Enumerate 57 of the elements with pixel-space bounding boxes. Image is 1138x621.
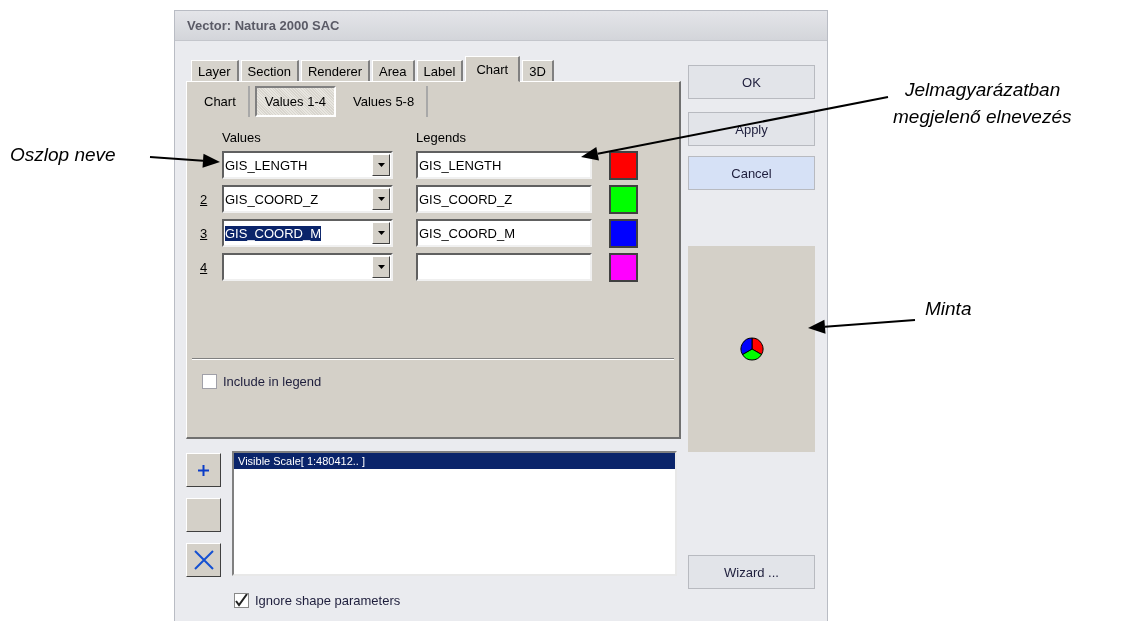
plus-icon [198, 464, 209, 476]
text-field[interactable]: GIS_COORD_M [416, 219, 592, 247]
checkbox-label: Include in legend [223, 374, 322, 389]
annotation-label: Oszlop neve [10, 143, 117, 167]
caret-icon [377, 231, 385, 235]
dropdown-field[interactable] [222, 253, 393, 281]
blank-button[interactable] [186, 498, 221, 532]
color-swatch[interactable] [609, 150, 638, 180]
dialog-button[interactable]: Cancel [688, 156, 815, 190]
text-field[interactable]: GIS_LENGTH [416, 151, 592, 179]
add-button[interactable] [186, 453, 221, 487]
caret-icon [377, 163, 385, 167]
dropdown-field[interactable]: GIS_LENGTH [222, 151, 393, 179]
caret-icon [377, 197, 385, 201]
color-swatch[interactable] [609, 184, 638, 214]
annotation-label: Minta [925, 297, 973, 321]
dropdown-button[interactable] [372, 188, 390, 210]
text-field[interactable] [416, 253, 592, 281]
color-swatch[interactable] [609, 218, 638, 248]
dialog-button[interactable]: Apply [688, 112, 815, 146]
tab[interactable]: Label [416, 60, 464, 81]
column-label: Values [222, 130, 262, 146]
annotation-label: Jelmagyarázatban megjelenő elnevezés [893, 78, 1073, 129]
color-swatch[interactable] [609, 252, 638, 282]
tab[interactable]: Values 1-4 [254, 86, 336, 117]
tab[interactable]: Layer [191, 60, 239, 81]
row-number: 4 [200, 259, 209, 275]
list-box[interactable]: Visible Scale[ 1:480412.. ] [232, 451, 677, 576]
arrow [149, 153, 220, 168]
tab[interactable]: Renderer [300, 60, 371, 81]
tab[interactable]: Chart [192, 86, 250, 117]
tab[interactable]: Section [240, 60, 299, 81]
tab[interactable]: Values 5-8 [341, 86, 429, 117]
window-title: Vector: Natura 2000 SAC [187, 18, 340, 33]
wizard-button[interactable]: Wizard ... [688, 555, 815, 589]
dropdown-button[interactable] [372, 256, 390, 278]
dialog-button[interactable]: OK [688, 65, 815, 99]
text-field[interactable]: GIS_COORD_Z [416, 185, 592, 213]
checkbox[interactable] [202, 374, 217, 389]
list-item[interactable]: Visible Scale[ 1:480412.. ] [234, 453, 675, 469]
column-label: Legends [416, 130, 466, 146]
tab[interactable]: Area [372, 60, 415, 81]
pie-chart-icon [738, 336, 765, 362]
row-number: 2 [200, 191, 209, 207]
dropdown-button[interactable] [372, 222, 390, 244]
row-number: 3 [200, 225, 209, 241]
delete-button[interactable] [186, 543, 221, 577]
dropdown-field[interactable]: GIS_COORD_M [222, 219, 393, 247]
tab[interactable]: Chart [465, 56, 521, 82]
checkbox[interactable] [234, 593, 249, 608]
cross-icon [193, 550, 214, 570]
caret-icon [377, 265, 385, 269]
dropdown-button[interactable] [372, 154, 390, 176]
check-icon [235, 594, 248, 607]
checkbox-label: Ignore shape parameters [255, 593, 401, 608]
dropdown-field[interactable]: GIS_COORD_Z [222, 185, 393, 213]
tab[interactable]: 3D [522, 60, 554, 81]
